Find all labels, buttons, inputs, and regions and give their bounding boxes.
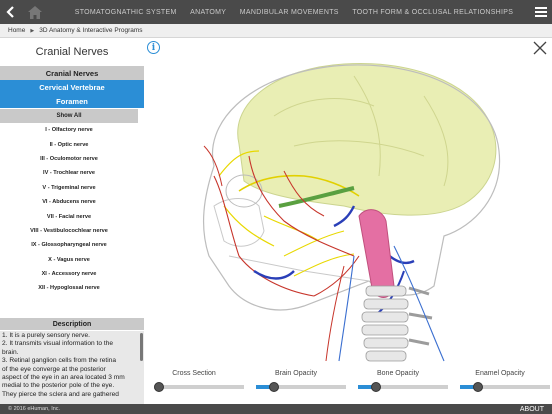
nav-anatomy[interactable]: ANATOMY — [190, 9, 226, 16]
brain-model — [237, 63, 497, 216]
close-icon[interactable] — [532, 40, 548, 56]
nerve-item-trigeminal[interactable]: V - Trigeminal nerve — [0, 181, 138, 195]
description-line: medial to the posterior pole of the eye. — [2, 382, 115, 390]
viewer-controls: Cross Section Brain Opacity Bone Opacity… — [144, 370, 552, 404]
copyright-text: © 2016 eHuman, Inc. — [8, 406, 61, 412]
category-cranial-nerves[interactable]: Cranial Nerves — [0, 66, 144, 80]
enamel-opacity-label: Enamel Opacity — [475, 370, 525, 377]
footer-bar: © 2016 eHuman, Inc. ABOUT — [0, 404, 552, 414]
breadcrumb-arrow-icon: ▶ — [30, 27, 35, 34]
nerve-item-accessory[interactable]: XI - Accessory nerve — [0, 267, 138, 281]
show-all-button[interactable]: Show All — [0, 109, 138, 123]
description-line: aspect of the eye in an area located 3 m… — [2, 374, 125, 382]
description-line: 3. Retinal ganglion cells from the retin… — [2, 357, 116, 365]
nav-tooth-form[interactable]: TOOTH FORM & OCCLUSAL RELATIONSHIPS — [352, 9, 513, 16]
category-cervical-vertebrae[interactable]: Cervical Vertebrae — [0, 80, 144, 94]
sidebar-title: Cranial Nerves — [35, 46, 109, 58]
description-header: Description — [0, 318, 144, 330]
enamel-opacity-slider-knob[interactable] — [473, 382, 483, 392]
enamel-opacity-control: Enamel Opacity — [450, 370, 550, 392]
nerve-item-vestibulocochlear[interactable]: VIII - Vestibulocochlear nerve — [0, 224, 138, 238]
description-scrollbar[interactable] — [140, 333, 143, 361]
nerve-item-hypoglossal[interactable]: XII - Hypoglossal nerve — [0, 281, 138, 295]
nerve-item-vagus[interactable]: X - Vagus nerve — [0, 253, 138, 267]
back-chevron-icon[interactable] — [0, 0, 22, 24]
nav-mandibular-movements[interactable]: MANDIBULAR MOVEMENTS — [240, 9, 339, 16]
cross-section-control: Cross Section — [144, 370, 244, 392]
brain-opacity-control: Brain Opacity — [246, 370, 346, 392]
pharynx-muscle — [358, 209, 395, 298]
cross-section-slider-knob[interactable] — [154, 382, 164, 392]
nerve-item-optic[interactable]: II - Optic nerve — [0, 137, 138, 151]
category-foramen[interactable]: Foramen — [0, 94, 144, 108]
bone-opacity-label: Bone Opacity — [376, 370, 420, 377]
breadcrumb: Home ▶ 3D Anatomy & Interactive Programs — [0, 24, 552, 38]
home-icon[interactable] — [22, 0, 48, 24]
breadcrumb-home[interactable]: Home — [8, 27, 25, 34]
brain-opacity-slider-knob[interactable] — [269, 382, 279, 392]
top-nav-menu: STOMATOGNATHIC SYSTEM ANATOMY MANDIBULAR… — [48, 0, 530, 24]
nerve-item-oculomotor[interactable]: III - Oculomotor nerve — [0, 152, 138, 166]
info-icon[interactable]: i — [147, 41, 160, 54]
anatomy-3d-viewer[interactable] — [144, 56, 552, 366]
bone-opacity-control: Bone Opacity — [348, 370, 448, 392]
nerve-item-abducens[interactable]: VI - Abducens nerve — [0, 195, 138, 209]
description-text[interactable]: 1. It is a purely sensory nerve. 2. It t… — [0, 331, 144, 404]
cross-section-label: Cross Section — [172, 370, 216, 377]
nav-stomatognathic-system[interactable]: STOMATOGNATHIC SYSTEM — [75, 9, 177, 16]
nerve-item-glossopharyngeal[interactable]: IX - Glossopharyngeal nerve — [0, 238, 138, 252]
bone-opacity-slider-knob[interactable] — [371, 382, 381, 392]
nerve-item-trochlear[interactable]: IV - Trochlear nerve — [0, 166, 138, 180]
cross-section-slider[interactable] — [154, 385, 244, 389]
description-line: They pierce the sclera and are gathered — [2, 390, 119, 398]
description-line: brain. — [2, 348, 19, 356]
nerve-item-olfactory[interactable]: I - Olfactory nerve — [0, 123, 138, 137]
top-nav-bar: STOMATOGNATHIC SYSTEM ANATOMY MANDIBULAR… — [0, 0, 552, 24]
brain-opacity-label: Brain Opacity — [274, 370, 318, 377]
breadcrumb-section[interactable]: 3D Anatomy & Interactive Programs — [39, 27, 142, 34]
description-line: 2. It transmits visual information to th… — [2, 340, 114, 348]
about-link[interactable]: ABOUT — [520, 406, 544, 413]
description-line: of the eye converge at the posterior — [2, 365, 106, 373]
description-line: 1. It is a purely sensory nerve. — [2, 332, 90, 339]
nerve-item-facial[interactable]: VII - Facial nerve — [0, 209, 138, 223]
menu-icon[interactable] — [530, 0, 552, 24]
